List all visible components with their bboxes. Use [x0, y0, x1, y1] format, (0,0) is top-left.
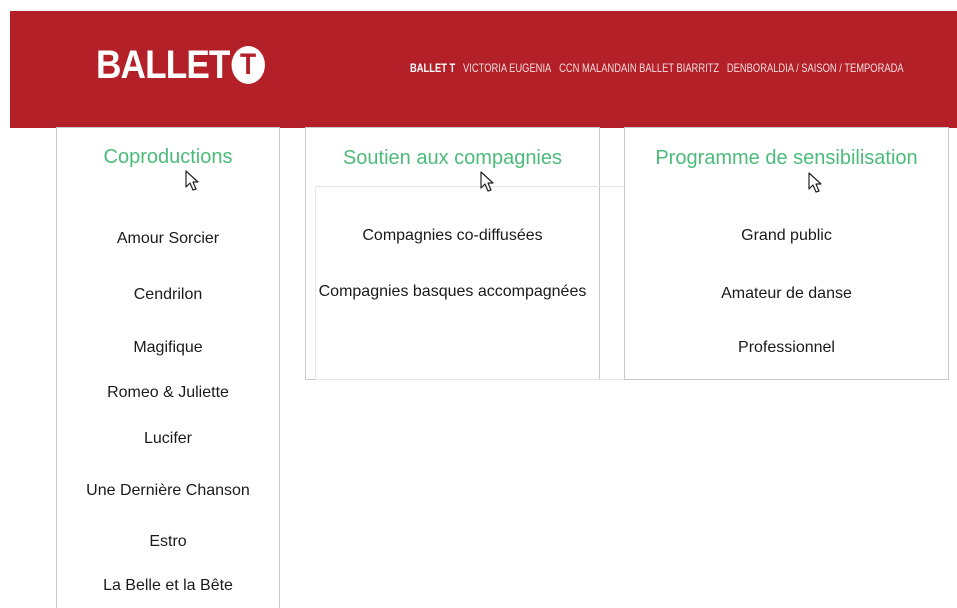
main-nav: BALLET T VICTORIA EUGENIA CCN MALANDAIN …	[410, 61, 904, 75]
coproduction-item[interactable]: Cendrilon	[57, 286, 279, 304]
soutien-item[interactable]: Compagnies basques accompagnées	[306, 283, 599, 301]
mouse-cursor-icon	[185, 170, 199, 191]
coproduction-item[interactable]: La Belle et la Bête	[57, 577, 279, 595]
programme-item[interactable]: Amateur de danse	[625, 285, 948, 303]
mouse-cursor-icon	[808, 172, 822, 193]
coproduction-item[interactable]: Amour Sorcier	[57, 230, 279, 248]
nav-item-victoria-eugenia[interactable]: VICTORIA EUGENIA	[463, 61, 551, 75]
coproductions-title[interactable]: Coproductions	[57, 146, 279, 169]
programme-title[interactable]: Programme de sensibilisation	[625, 147, 948, 170]
nav-item-ccn-malandain[interactable]: CCN MALANDAIN BALLET BIARRITZ	[559, 61, 719, 75]
logo[interactable]: BALLET T	[96, 45, 265, 85]
logo-text: BALLET	[96, 43, 230, 87]
programme-item[interactable]: Professionnel	[625, 339, 948, 357]
coproduction-item[interactable]: Lucifer	[57, 430, 279, 448]
coproduction-item[interactable]: Magifique	[57, 339, 279, 357]
soutien-panel: Soutien aux compagnies Compagnies co-dif…	[305, 127, 638, 380]
soutien-item[interactable]: Compagnies co-diffusées	[306, 227, 599, 245]
soutien-title[interactable]: Soutien aux compagnies	[306, 147, 599, 170]
coproduction-item[interactable]: Romeo & Juliette	[57, 384, 279, 402]
nav-item-saison[interactable]: DENBORALDIA / SAISON / TEMPORADA	[727, 61, 904, 75]
coproductions-panel: Coproductions Amour Sorcier Cendrilon Ma…	[56, 127, 280, 608]
programme-panel: Programme de sensibilisation Grand publi…	[624, 127, 949, 380]
site-header: BALLET T BALLET T VICTORIA EUGENIA CCN MA…	[10, 11, 957, 128]
logo-letter: T	[231, 46, 265, 84]
coproduction-item[interactable]: Une Dernière Chanson	[57, 482, 279, 500]
coproduction-item[interactable]: Estro	[57, 533, 279, 551]
nav-item-ballet-t[interactable]: BALLET T	[410, 61, 455, 75]
mouse-cursor-icon	[480, 171, 494, 192]
programme-item[interactable]: Grand public	[625, 227, 948, 245]
